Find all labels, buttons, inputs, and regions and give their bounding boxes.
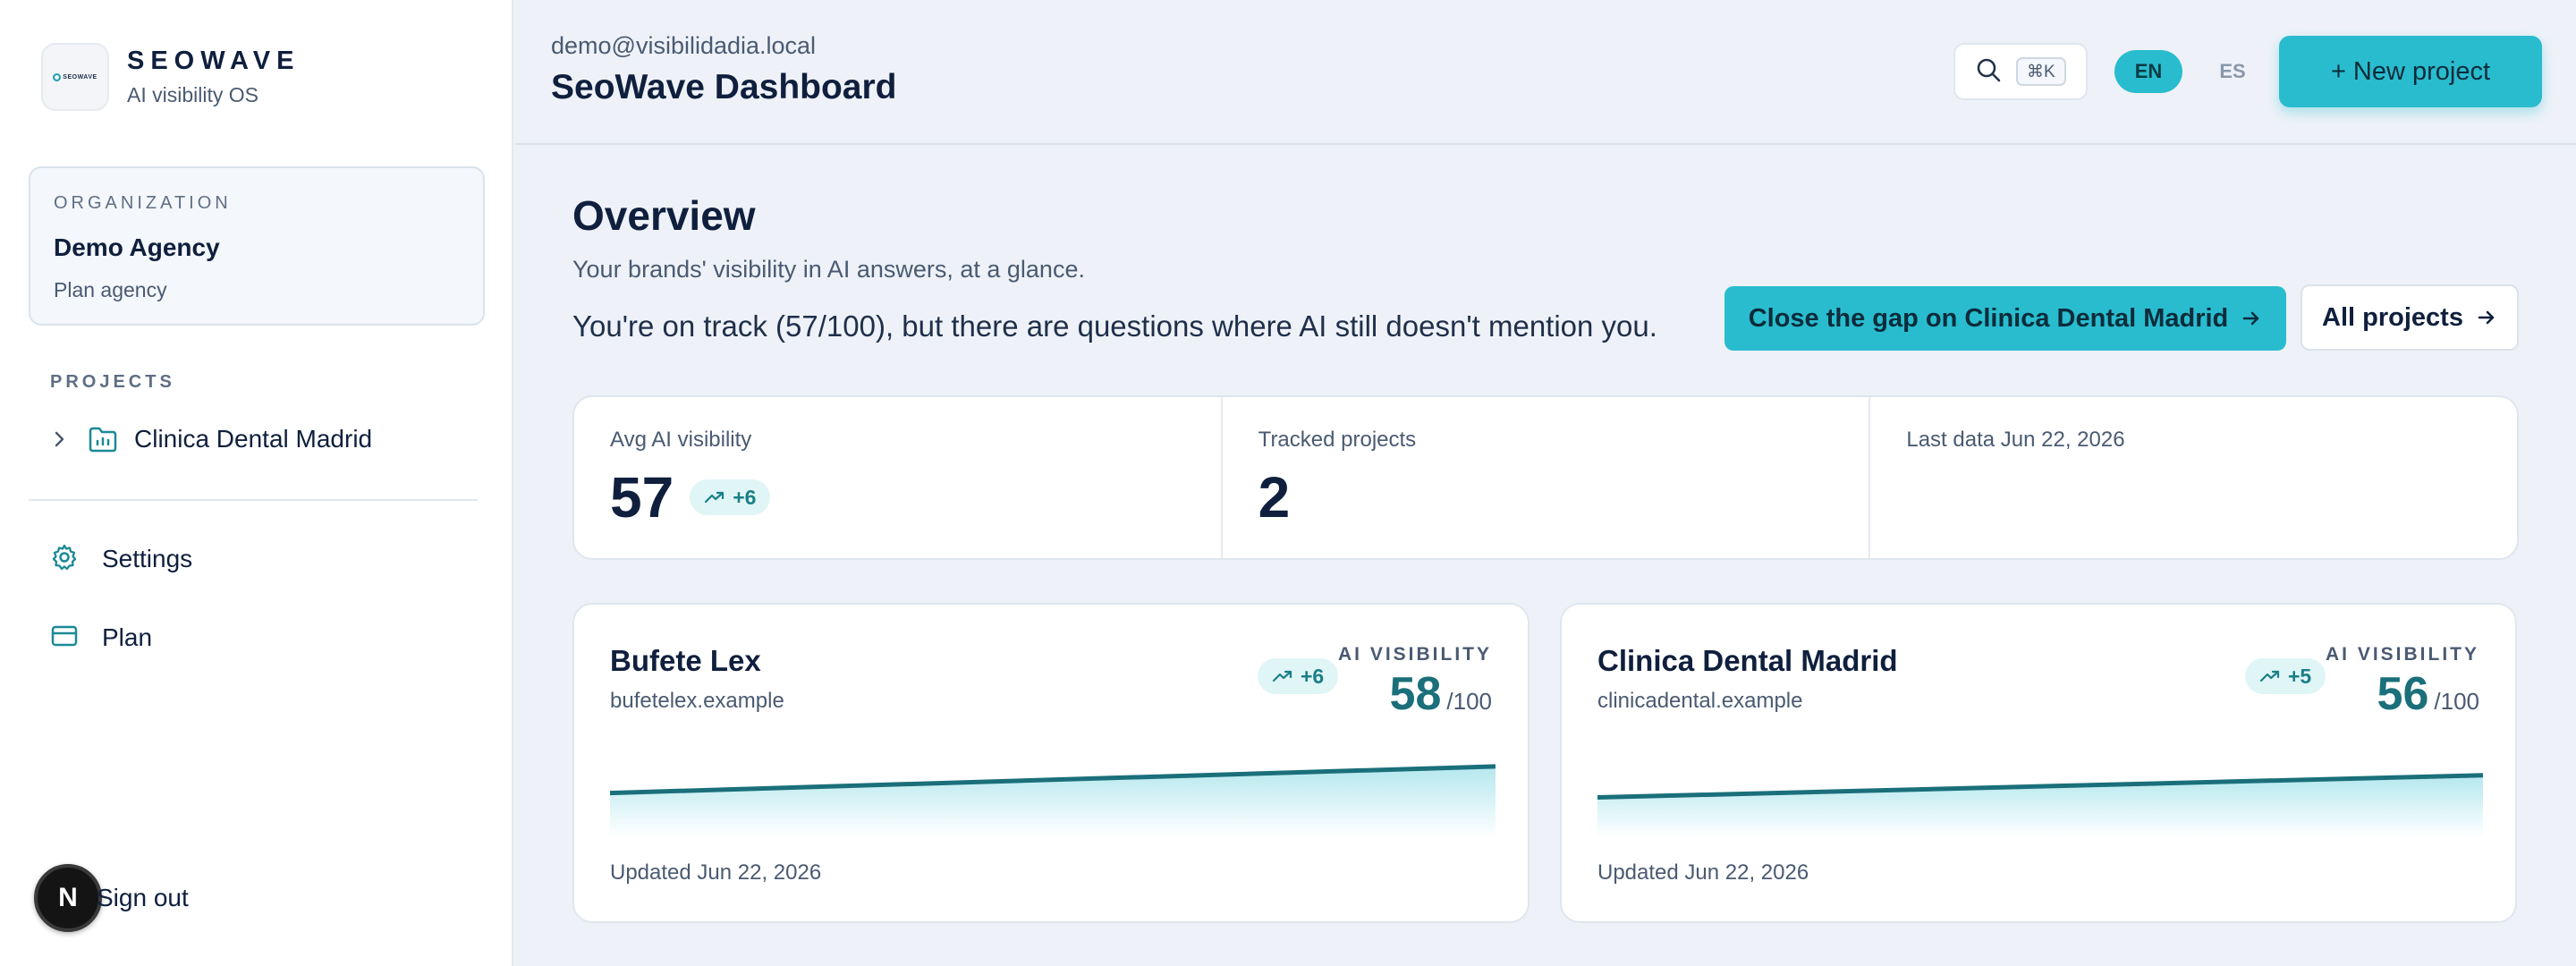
credit-card-icon (50, 623, 79, 653)
visibility-score: 58 (1389, 668, 1442, 720)
trend-delta: +5 (2288, 664, 2312, 688)
new-project-label: + New project (2330, 56, 2491, 86)
trending-up-icon (705, 491, 724, 504)
organization-switcher[interactable]: ORGANIZATION Demo Agency Plan agency (29, 166, 485, 326)
overview-title: Overview (572, 192, 756, 239)
new-project-button[interactable]: + New project (2279, 36, 2542, 107)
sidebar-item-label: Settings (102, 545, 193, 572)
visibility-score-max: /100 (1446, 688, 1492, 715)
logo-text: SEOWAVE (63, 73, 97, 80)
all-projects-label: All projects (2322, 302, 2463, 332)
sidebar-item-settings[interactable]: Settings (50, 539, 192, 579)
search-shortcut-hint: ⌘K (2016, 57, 2066, 86)
visibility-sparkline (610, 764, 1496, 837)
brand-logo: SEOWAVE (41, 43, 109, 111)
user-email: demo@visibilidadia.local (551, 32, 817, 59)
project-updated: Updated Jun 22, 2026 (610, 860, 822, 885)
project-card-clinica-dental-madrid[interactable]: Clinica Dental Madrid clinicadental.exam… (1560, 603, 2517, 923)
sign-out-button[interactable]: N Sign out (34, 864, 194, 932)
page-title: SeoWave Dashboard (551, 68, 897, 106)
top-header: demo@visibilidadia.local SeoWave Dashboa… (515, 0, 2576, 145)
stat-label: Tracked projects (1258, 428, 1417, 452)
avatar[interactable]: N (34, 864, 102, 932)
visibility-score: 56 (2377, 668, 2429, 720)
projects-section-label: PROJECTS (50, 372, 175, 392)
stats-panel: Avg AI visibility 57 +6 Tracked projects… (572, 395, 2519, 560)
stat-value: 2 (1258, 465, 1291, 530)
organization-name: Demo Agency (54, 233, 220, 261)
folder-icon (88, 426, 118, 453)
stat-avg-visibility: Avg AI visibility 57 +6 (574, 397, 1223, 558)
overview-subtitle: Your brands' visibility in AI answers, a… (572, 256, 1085, 283)
visibility-label: AI VISIBILITY (1337, 644, 1492, 665)
arrow-right-icon (2241, 308, 2262, 329)
stat-value: 57 (610, 465, 674, 530)
overview-message: You're on track (57/100), but there are … (572, 309, 1657, 343)
brand-subtitle: AI visibility OS (127, 83, 258, 106)
project-name: Bufete Lex (610, 644, 761, 677)
stat-label: Avg AI visibility (610, 428, 752, 452)
sidebar: SEOWAVE SEOWAVE AI visibility OS ORGANIZ… (0, 0, 513, 966)
organization-label: ORGANIZATION (54, 193, 232, 213)
project-updated: Updated Jun 22, 2026 (1597, 860, 1809, 885)
organization-plan: Plan agency (54, 278, 167, 301)
sparkline-area (610, 766, 1496, 837)
sign-out-label: Sign out (97, 884, 189, 911)
language-es-button[interactable]: ES (2199, 50, 2267, 93)
gear-icon (50, 543, 79, 576)
chevron-right-icon[interactable] (50, 429, 70, 449)
sidebar-project-label: Clinica Dental Madrid (134, 425, 373, 453)
project-name: Clinica Dental Madrid (1597, 644, 1898, 677)
project-domain: clinicadental.example (1597, 689, 1803, 713)
trend-badge: +6 (1258, 658, 1339, 694)
close-gap-label: Close the gap on Clinica Dental Madrid (1748, 303, 2229, 333)
search-icon (1975, 56, 2002, 88)
sidebar-project-clinica-dental-madrid[interactable]: Clinica Dental Madrid (50, 420, 372, 458)
project-domain: bufetelex.example (610, 689, 784, 713)
language-en-button[interactable]: EN (2114, 50, 2182, 93)
stat-label: Last data Jun 22, 2026 (1906, 428, 2125, 452)
arrow-right-icon (2476, 307, 2497, 328)
logo-mark-icon (53, 72, 62, 81)
sidebar-divider (29, 499, 478, 501)
brand[interactable]: SEOWAVE SEOWAVE AI visibility OS (41, 43, 301, 111)
close-gap-button[interactable]: Close the gap on Clinica Dental Madrid (1724, 286, 2286, 351)
trend-delta: +6 (733, 485, 757, 509)
project-card-bufete-lex[interactable]: Bufete Lex bufetelex.example +6 AI VISIB… (572, 603, 1530, 923)
all-projects-button[interactable]: All projects (2301, 284, 2519, 351)
trend-badge: +6 (690, 479, 771, 515)
stat-last-data: Last data Jun 22, 2026 (1870, 397, 2517, 558)
sidebar-item-label: Plan (102, 623, 153, 651)
trending-up-icon (2259, 670, 2280, 682)
trending-up-icon (1272, 670, 1292, 682)
sidebar-item-plan[interactable]: Plan (50, 618, 152, 657)
search-button[interactable]: ⌘K (1953, 43, 2088, 100)
trend-delta: +6 (1301, 664, 1325, 688)
visibility-score-max: /100 (2434, 688, 2479, 715)
brand-name: SEOWAVE (127, 47, 301, 75)
stat-tracked-projects: Tracked projects 2 (1223, 397, 1871, 558)
visibility-sparkline (1597, 773, 2483, 837)
trend-badge: +5 (2245, 658, 2326, 694)
visibility-label: AI VISIBILITY (2325, 644, 2479, 665)
